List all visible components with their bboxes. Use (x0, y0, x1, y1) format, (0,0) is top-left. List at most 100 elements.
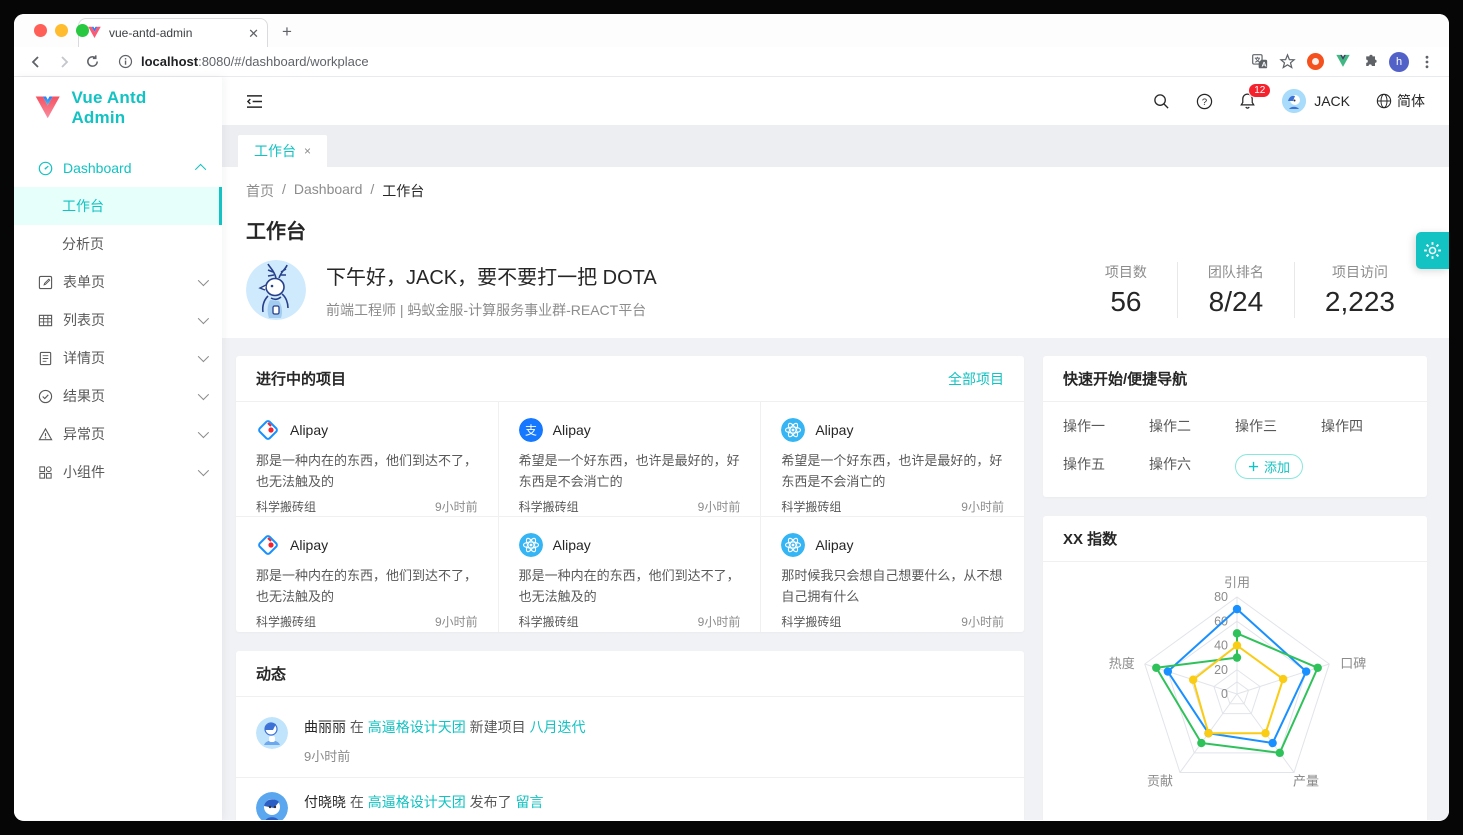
maximize-window-button[interactable] (76, 24, 89, 37)
sidebar-item-exception[interactable]: 异常页 (14, 415, 222, 453)
sidebar-item-dashboard[interactable]: Dashboard (14, 149, 222, 187)
breadcrumb-current: 工作台 (382, 181, 424, 201)
close-window-button[interactable] (34, 24, 47, 37)
project-card[interactable]: Alipay 那是一种内在的东西，他们到达不了，也无法触及的 科学搬砖组9小时前 (499, 517, 762, 632)
chevron-down-icon (198, 427, 209, 438)
svg-text:80: 80 (1214, 590, 1228, 604)
translate-icon[interactable] (1247, 50, 1271, 74)
project-card[interactable]: Alipay 那是一种内在的东西，他们到达不了，也无法触及的 科学搬砖组9小时前 (236, 517, 499, 632)
url-path: :8080/#/dashboard/workplace (198, 54, 369, 69)
quicknav-link-6[interactable]: 操作六 (1149, 454, 1235, 479)
project-card[interactable]: Alipay 那是一种内在的东西，他们到达不了，也无法触及的 科学搬砖组9小时前 (236, 402, 499, 517)
page-header: 首页 / Dashboard / 工作台 工作台 (222, 167, 1449, 338)
bookmark-star-icon[interactable] (1275, 50, 1299, 74)
alipay-icon: 支 (519, 418, 543, 442)
activity-avatar (256, 717, 288, 749)
back-icon[interactable] (24, 50, 48, 74)
sidebar: Vue Antd Admin Dashboard 工作台 分析页 表单页 (14, 77, 222, 820)
tab-close-icon[interactable]: ✕ (248, 27, 259, 40)
sidebar-item-lists[interactable]: 列表页 (14, 301, 222, 339)
vue-favicon (87, 26, 102, 40)
project-group-link[interactable]: 科学搬砖组 (256, 498, 316, 515)
language-switcher[interactable]: 简体 (1376, 91, 1425, 111)
sidebar-item-forms[interactable]: 表单页 (14, 263, 222, 301)
breadcrumb-home[interactable]: 首页 (246, 181, 274, 201)
settings-drawer-button[interactable] (1416, 232, 1449, 269)
chevron-down-icon (198, 465, 209, 476)
minimize-window-button[interactable] (55, 24, 68, 37)
project-group-link[interactable]: 科学搬砖组 (781, 613, 841, 630)
project-card[interactable]: Alipay 那时候我只会想自己想要什么，从不想自己拥有什么 科学搬砖组9小时前 (761, 517, 1024, 632)
project-card[interactable]: 支 Alipay 希望是一个好东西，也许是最好的，好东西是不会消亡的 科学搬砖组… (499, 402, 762, 517)
activity-message-link[interactable]: 留言 (516, 794, 544, 810)
notification-badge: 12 (1248, 83, 1271, 98)
activity-user[interactable]: 付晓晓 (304, 794, 346, 810)
user-role-text: 前端工程师 | 蚂蚁金服-计算服务事业群-REACT平台 (326, 300, 657, 320)
browser-tab[interactable]: vue-antd-admin ✕ (78, 18, 268, 47)
activity-time: 9小时前 (304, 746, 586, 765)
sidebar-collapse-icon[interactable] (246, 94, 263, 109)
sidebar-item-details[interactable]: 详情页 (14, 339, 222, 377)
activity-project-link[interactable]: 八月迭代 (530, 719, 586, 735)
sidebar-item-workplace[interactable]: 工作台 (14, 187, 222, 225)
activity-item: 付晓晓 在 高逼格设计天团 发布了 留言 9小时前 (236, 778, 1024, 820)
activity-avatar (256, 792, 288, 820)
profile-icon (38, 351, 53, 366)
project-group-link[interactable]: 科学搬砖组 (781, 498, 841, 515)
add-quicknav-button[interactable]: 添加 (1235, 454, 1303, 479)
activity-item: 曲丽丽 在 高逼格设计天团 新建项目 八月迭代 9小时前 (236, 703, 1024, 778)
vue-logo-icon (34, 95, 61, 121)
project-card[interactable]: Alipay 希望是一个好东西，也许是最好的，好东西是不会消亡的 科学搬砖组9小… (761, 402, 1024, 517)
appstore-icon (38, 465, 53, 480)
tab-close-icon[interactable]: × (304, 144, 311, 158)
vue-devtools-icon[interactable] (1331, 50, 1355, 74)
breadcrumb-dashboard[interactable]: Dashboard (294, 181, 363, 201)
browser-profile-avatar[interactable]: h (1387, 50, 1411, 74)
extension-orange-icon[interactable] (1303, 50, 1327, 74)
search-icon[interactable] (1153, 93, 1170, 110)
antd-icon (256, 533, 280, 557)
sidebar-menu: Dashboard 工作台 分析页 表单页 列表页 (14, 133, 222, 491)
browser-menu-icon[interactable] (1415, 50, 1439, 74)
browser-toolbar: localhost:8080/#/dashboard/workplace h (14, 47, 1449, 77)
activity-user[interactable]: 曲丽丽 (304, 719, 346, 735)
address-bar[interactable]: localhost:8080/#/dashboard/workplace (108, 54, 1243, 69)
quicknav-link-4[interactable]: 操作四 (1321, 416, 1407, 436)
sidebar-item-widgets[interactable]: 小组件 (14, 453, 222, 491)
react-icon (781, 533, 805, 557)
quicknav-link-2[interactable]: 操作二 (1149, 416, 1235, 436)
project-group-link[interactable]: 科学搬砖组 (256, 613, 316, 630)
dashboard-icon (38, 161, 53, 176)
tab-workplace[interactable]: 工作台 × (238, 135, 327, 167)
reload-icon[interactable] (80, 50, 104, 74)
svg-text:40: 40 (1214, 639, 1228, 653)
app-logo[interactable]: Vue Antd Admin (14, 83, 222, 133)
new-tab-button[interactable]: + (282, 22, 292, 47)
extensions-puzzle-icon[interactable] (1359, 50, 1383, 74)
chevron-down-icon (198, 389, 209, 400)
sidebar-item-analysis[interactable]: 分析页 (14, 225, 222, 263)
activity-team-link[interactable]: 高逼格设计天团 (368, 794, 466, 810)
radar-chart: 020406080引用口碑产量贡献热度abc (1043, 566, 1427, 820)
activity-team-link[interactable]: 高逼格设计天团 (368, 719, 466, 735)
svg-text:产量: 产量 (1293, 773, 1319, 788)
form-icon (38, 275, 53, 290)
chevron-up-icon (195, 164, 206, 175)
globe-icon (1376, 93, 1392, 109)
user-menu[interactable]: JACK (1282, 89, 1350, 113)
quicknav-link-3[interactable]: 操作三 (1235, 416, 1321, 436)
sidebar-item-results[interactable]: 结果页 (14, 377, 222, 415)
project-group-link[interactable]: 科学搬砖组 (519, 613, 579, 630)
svg-text:热度: 热度 (1109, 656, 1135, 671)
forward-icon[interactable] (52, 50, 76, 74)
breadcrumb: 首页 / Dashboard / 工作台 (246, 181, 1425, 201)
tab-title: vue-antd-admin (109, 26, 241, 40)
quicknav-link-5[interactable]: 操作五 (1063, 454, 1149, 479)
quicknav-link-1[interactable]: 操作一 (1063, 416, 1149, 436)
site-info-icon[interactable] (118, 54, 133, 69)
project-group-link[interactable]: 科学搬砖组 (519, 498, 579, 515)
all-projects-link[interactable]: 全部项目 (948, 369, 1004, 389)
stat-project-visits: 项目访问2,223 (1294, 262, 1425, 318)
help-icon[interactable]: ? (1196, 93, 1213, 110)
notification-bell-icon[interactable]: 12 (1239, 92, 1256, 110)
